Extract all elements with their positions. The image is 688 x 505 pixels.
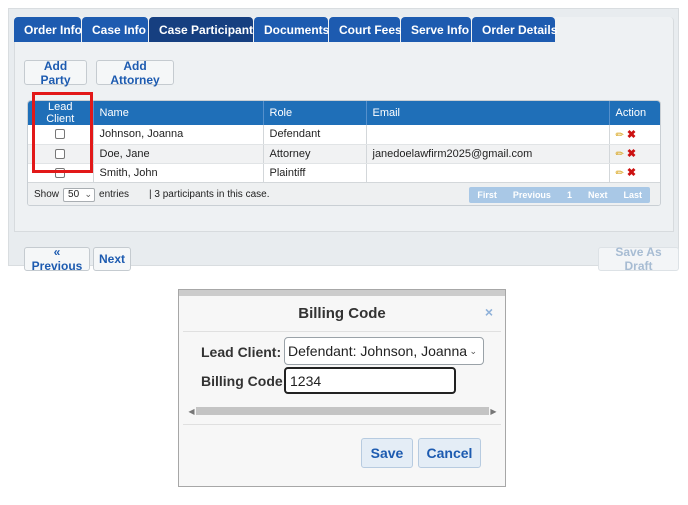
page-size-select[interactable]: 50 ⌄ xyxy=(63,187,96,202)
billing-code-dialog: Billing Code × Lead Client: Defendant: J… xyxy=(178,289,506,487)
dialog-title: Billing Code xyxy=(298,305,386,322)
grid-footer: Show 50 ⌄ entries | 3 participants in thi… xyxy=(28,182,660,205)
email-cell: janedoelawfirm2025@gmail.com xyxy=(366,144,610,164)
role-cell: Attorney xyxy=(263,144,367,164)
close-icon[interactable]: × xyxy=(485,304,493,320)
action-cell: ✏ ✖ xyxy=(609,125,660,145)
entries-label: entries xyxy=(99,189,130,200)
tab-documents[interactable]: Documents xyxy=(254,17,329,42)
participants-content: Add Party Add Attorney Lead Client Name … xyxy=(14,42,674,232)
add-party-button[interactable]: Add Party xyxy=(24,59,87,87)
table-row: Doe, Jane Attorney janedoelawfirm2025@gm… xyxy=(28,144,660,164)
role-cell: Defendant xyxy=(263,125,367,145)
email-cell xyxy=(366,163,610,183)
add-attorney-button[interactable]: Add Attorney xyxy=(96,59,174,87)
tab-serve-info[interactable]: Serve Info xyxy=(401,17,471,42)
lead-client-select[interactable]: Defendant: Johnson, Joanna ⌄ xyxy=(284,337,484,365)
case-participants-panel: Order Info Case Info Case Participants D… xyxy=(8,8,679,273)
header-name[interactable]: Name xyxy=(93,101,264,125)
pager-first[interactable]: First xyxy=(469,187,505,203)
delete-icon[interactable]: ✖ xyxy=(627,167,636,179)
lead-client-cell xyxy=(28,163,94,183)
header-role[interactable]: Role xyxy=(263,101,367,125)
participants-table: Lead Client Name Role Email Action Johns… xyxy=(28,101,660,183)
name-cell: Smith, John xyxy=(93,163,264,183)
scroll-right-icon[interactable]: ▶ xyxy=(489,407,498,416)
participants-count: | 3 participants in this case. xyxy=(149,189,270,200)
tab-case-info[interactable]: Case Info xyxy=(82,17,148,42)
role-cell: Plaintiff xyxy=(263,163,367,183)
save-button[interactable]: Save xyxy=(361,438,413,468)
scroll-left-icon[interactable]: ◀ xyxy=(187,407,196,416)
lead-client-checkbox[interactable] xyxy=(55,129,66,140)
tab-court-fees[interactable]: Court Fees xyxy=(329,17,402,42)
page-size-value: 50 xyxy=(68,189,80,200)
chevron-down-icon: ⌄ xyxy=(469,345,477,356)
dialog-divider xyxy=(183,424,501,425)
tab-case-participants[interactable]: Case Participants xyxy=(149,17,260,42)
chevron-down-icon: ⌄ xyxy=(84,189,93,199)
pencil-icon[interactable]: ✏ xyxy=(616,130,624,141)
previous-button[interactable]: « Previous xyxy=(24,245,90,273)
pencil-icon[interactable]: ✏ xyxy=(616,168,624,179)
cancel-button[interactable]: Cancel xyxy=(418,438,481,468)
table-row: Smith, John Plaintiff ✏ ✖ xyxy=(28,163,660,183)
billing-code-label: Billing Code: xyxy=(201,373,288,389)
action-cell: ✏ ✖ xyxy=(609,163,660,183)
table-row: Johnson, Joanna Defendant ✏ ✖ xyxy=(28,125,660,145)
action-cell: ✏ ✖ xyxy=(609,144,660,164)
pencil-icon[interactable]: ✏ xyxy=(616,149,624,160)
lead-client-cell xyxy=(28,125,94,145)
pager-last[interactable]: Last xyxy=(615,187,650,203)
header-lead-client[interactable]: Lead Client xyxy=(28,101,94,125)
lead-client-checkbox[interactable] xyxy=(55,148,66,159)
delete-icon[interactable]: ✖ xyxy=(627,148,636,160)
header-action: Action xyxy=(609,101,660,125)
lead-client-cell xyxy=(28,144,94,164)
pager-next[interactable]: Next xyxy=(580,187,616,203)
scrollbar-thumb[interactable] xyxy=(196,407,489,415)
save-as-draft-button[interactable]: Save As Draft xyxy=(598,245,679,273)
pager-current[interactable]: 1 xyxy=(559,187,580,203)
pagination: First Previous 1 Next Last xyxy=(469,187,650,203)
name-cell: Doe, Jane xyxy=(93,144,264,164)
pager-previous[interactable]: Previous xyxy=(505,187,559,203)
billing-code-input[interactable]: 1234 xyxy=(284,367,456,394)
lead-client-label: Lead Client: xyxy=(201,344,282,360)
participants-grid: Lead Client Name Role Email Action Johns… xyxy=(27,100,661,206)
lead-client-checkbox[interactable] xyxy=(55,167,66,178)
email-cell xyxy=(366,125,610,145)
name-cell: Johnson, Joanna xyxy=(93,125,264,145)
tab-order-details[interactable]: Order Details xyxy=(472,17,557,42)
header-email[interactable]: Email xyxy=(366,101,610,125)
tab-bar: Order Info Case Info Case Participants D… xyxy=(14,17,674,42)
delete-icon[interactable]: ✖ xyxy=(627,129,636,141)
tab-order-info[interactable]: Order Info xyxy=(14,17,82,42)
horizontal-scrollbar[interactable]: ◀ ▶ xyxy=(187,406,498,416)
next-button[interactable]: Next xyxy=(93,247,131,271)
lead-client-selected: Defendant: Johnson, Joanna xyxy=(288,343,468,359)
dialog-header: Billing Code × xyxy=(183,296,501,332)
show-label: Show xyxy=(34,189,60,200)
